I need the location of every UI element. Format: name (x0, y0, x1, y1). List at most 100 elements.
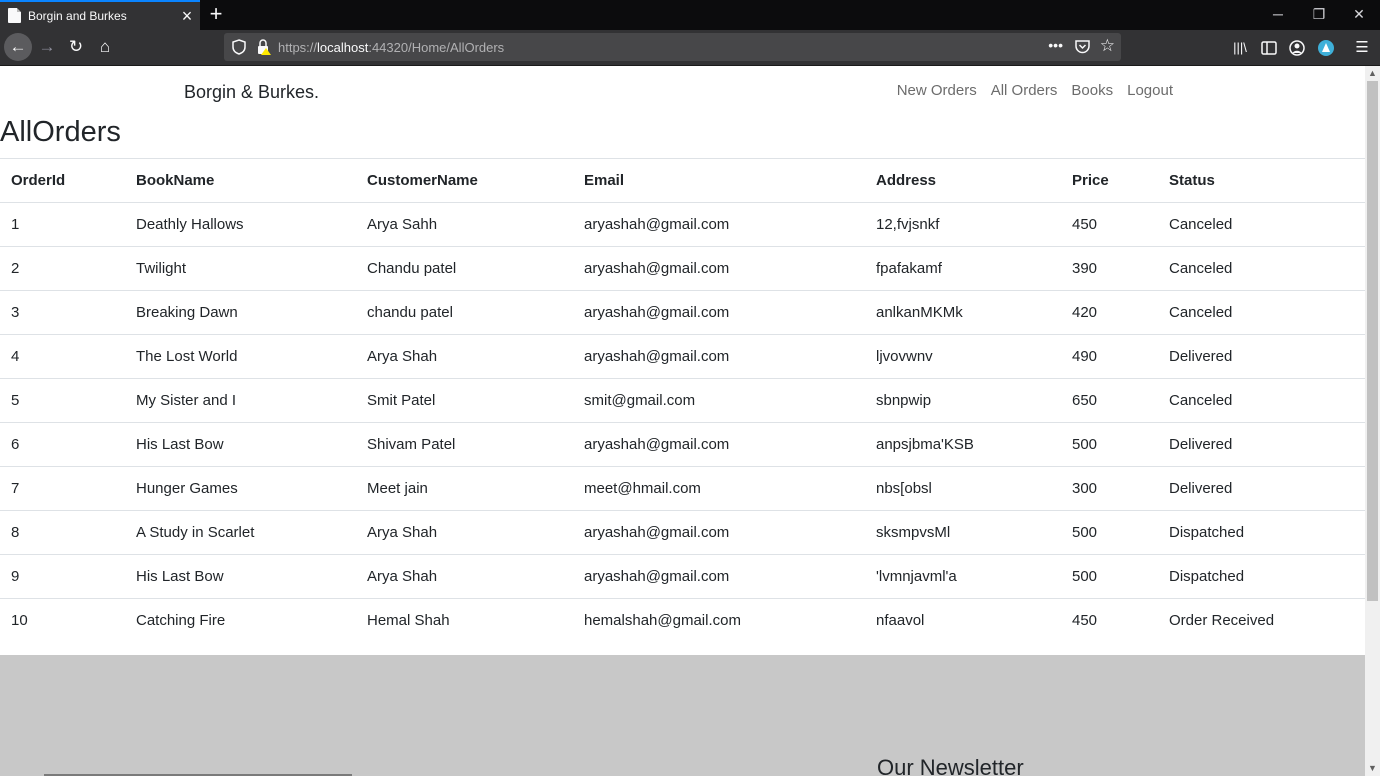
table-cell: smit@gmail.com (573, 378, 865, 423)
address-bar[interactable]: https://localhost:44320/Home/AllOrders •… (224, 33, 1121, 61)
reload-icon[interactable]: ↻ (62, 33, 90, 61)
table-cell: 3 (0, 290, 125, 335)
table-cell: A Study in Scarlet (125, 510, 356, 555)
table-cell: aryashah@gmail.com (573, 334, 865, 379)
table-cell: 500 (1061, 510, 1158, 555)
table-cell: Twilight (125, 246, 356, 291)
table-cell: aryashah@gmail.com (573, 510, 865, 555)
table-cell: ljvovwnv (865, 334, 1061, 379)
table-cell: My Sister and I (125, 378, 356, 423)
table-row: 8A Study in Scarlet Arya Shah aryashah@gma… (0, 510, 1365, 555)
table-cell: aryashah@gmail.com (573, 202, 865, 247)
forward-icon[interactable]: → (33, 33, 61, 61)
table-cell: Arya Shah (356, 554, 573, 599)
nav-all-orders[interactable]: All Orders (991, 82, 1058, 99)
table-cell: sksmpvsMl (865, 510, 1061, 555)
back-icon[interactable]: ← (4, 33, 32, 61)
bookmark-star-icon[interactable]: ☆ (1100, 36, 1115, 56)
table-cell: The Lost World (125, 334, 356, 379)
table-cell: 450 (1061, 202, 1158, 247)
library-icon[interactable]: |||\ (1231, 39, 1249, 57)
table-cell: Canceled (1158, 290, 1365, 335)
table-cell: Hemal Shah (356, 598, 573, 643)
table-row: 4 The Lost World Arya Shah aryashah@gmail.c… (0, 334, 1365, 379)
table-row: 10 Catching Fire Hemal Shah hemalshah@gmail… (0, 598, 1365, 643)
table-cell: Canceled (1158, 378, 1365, 423)
web-page: Borgin & Burkes. New Orders All Orders B… (0, 66, 1365, 776)
table-cell: Delivered (1158, 334, 1365, 379)
browser-tab[interactable]: Borgin and Burkes × (0, 0, 200, 30)
pocket-icon[interactable] (1075, 39, 1090, 54)
site-navigation: New Orders All Orders Books Logout (897, 82, 1173, 99)
tracking-shield-icon[interactable] (232, 39, 246, 55)
table-cell: Arya Shah (356, 510, 573, 555)
table-cell: Arya Shah (356, 334, 573, 379)
scroll-thumb[interactable] (1367, 81, 1378, 601)
table-cell: 450 (1061, 598, 1158, 643)
close-tab-icon[interactable]: × (178, 6, 196, 26)
scroll-down-icon[interactable]: ▼ (1365, 761, 1380, 776)
table-cell: Arya Sahh (356, 202, 573, 247)
url-text: https://localhost:44320/Home/AllOrders (278, 40, 505, 55)
table-cell: 2 (0, 246, 125, 291)
browser-tab-strip: Borgin and Burkes × + ─ ❐ ✕ (0, 0, 1380, 30)
menu-icon[interactable]: ☰ (1353, 39, 1371, 57)
tab-title: Borgin and Burkes (28, 9, 127, 23)
table-cell: nbs[obsl (865, 466, 1061, 511)
column-header: Status (1158, 158, 1365, 203)
lock-warning-icon[interactable] (257, 39, 271, 55)
home-icon[interactable]: ⌂ (91, 33, 119, 61)
table-cell: Meet jain (356, 466, 573, 511)
table-cell: meet@hmail.com (573, 466, 865, 511)
new-tab-icon[interactable]: + (205, 2, 227, 26)
page-title: AllOrders (0, 116, 121, 148)
column-header: Address (865, 158, 1061, 203)
table-cell: Catching Fire (125, 598, 356, 643)
table-row: 9 His Last Bow Arya Shah aryashah@gmail.com… (0, 554, 1365, 599)
table-cell: Canceled (1158, 246, 1365, 291)
browser-toolbar: ← → ↻ ⌂ https://localhost:44320/Home/All… (0, 30, 1380, 66)
table-cell: Canceled (1158, 202, 1365, 247)
table-cell: fpafakamf (865, 246, 1061, 291)
nav-new-orders[interactable]: New Orders (897, 82, 977, 99)
table-cell: aryashah@gmail.com (573, 290, 865, 335)
table-cell: nfaavol (865, 598, 1061, 643)
page-actions-icon[interactable]: ••• (1048, 37, 1063, 53)
table-cell: 390 (1061, 246, 1158, 291)
table-cell: Delivered (1158, 422, 1365, 467)
extension-icon[interactable] (1317, 39, 1335, 57)
table-cell: 490 (1061, 334, 1158, 379)
column-header: OrderId (0, 158, 125, 203)
table-cell: 420 (1061, 290, 1158, 335)
nav-books[interactable]: Books (1071, 82, 1113, 99)
table-cell: Dispatched (1158, 510, 1365, 555)
table-cell: sbnpwip (865, 378, 1061, 423)
vertical-scrollbar[interactable]: ▲ ▼ (1365, 66, 1380, 776)
site-brand[interactable]: Borgin & Burkes. (184, 82, 319, 103)
table-cell: His Last Bow (125, 422, 356, 467)
restore-icon[interactable]: ❐ (1304, 4, 1334, 24)
page-footer: Our Newsletter (0, 655, 1365, 776)
table-cell: 10 (0, 598, 125, 643)
sidebar-icon[interactable] (1260, 39, 1278, 57)
table-row: 5 My Sister and I Smit Patel smit@gmail.com… (0, 378, 1365, 423)
account-icon[interactable] (1288, 39, 1306, 57)
table-cell: 5 (0, 378, 125, 423)
table-cell: 12,fvjsnkf (865, 202, 1061, 247)
table-cell: 6 (0, 422, 125, 467)
nav-logout[interactable]: Logout (1127, 82, 1173, 99)
column-header: Price (1061, 158, 1158, 203)
table-row: 1 Deathly Hallows Arya Sahh aryashah@gmail.… (0, 202, 1365, 247)
table-cell: His Last Bow (125, 554, 356, 599)
table-cell: Deathly Hallows (125, 202, 356, 247)
minimize-icon[interactable]: ─ (1263, 4, 1293, 24)
scroll-up-icon[interactable]: ▲ (1365, 66, 1380, 81)
table-cell: Smit Patel (356, 378, 573, 423)
table-row: 7 Hunger Games Meet jain meet@hmail.com nbs[… (0, 466, 1365, 511)
close-window-icon[interactable]: ✕ (1344, 4, 1374, 24)
orders-table-body: 1 Deathly Hallows Arya Sahh aryashah@gmail.… (0, 202, 1365, 643)
table-cell: aryashah@gmail.com (573, 246, 865, 291)
table-cell: anpsjbma'KSB (865, 422, 1061, 467)
column-header: Email (573, 158, 865, 203)
table-cell: hemalshah@gmail.com (573, 598, 865, 643)
